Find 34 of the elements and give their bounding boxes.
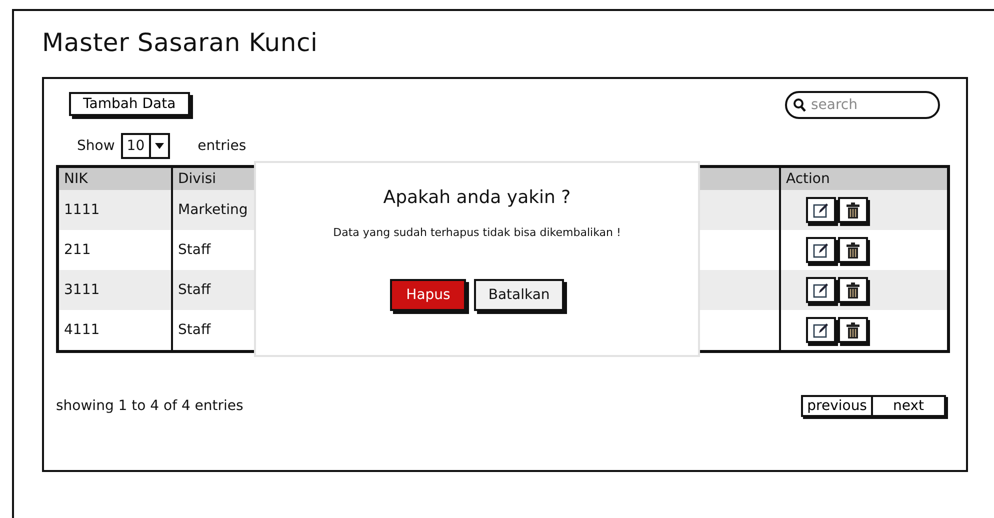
trash-icon — [846, 242, 860, 258]
show-label: Show — [77, 138, 115, 154]
edit-button[interactable] — [806, 197, 836, 223]
entries-info: showing 1 to 4 of 4 entries — [56, 398, 244, 414]
entries-dropdown[interactable]: 10 — [120, 133, 170, 159]
entries-label: entries — [198, 138, 246, 154]
pencil-icon — [813, 322, 829, 338]
edit-button[interactable] — [806, 237, 836, 263]
column-header: Action — [780, 166, 948, 190]
pencil-icon — [813, 282, 829, 298]
pencil-icon — [813, 242, 829, 258]
trash-icon — [846, 282, 860, 298]
cancel-button[interactable]: Batalkan — [474, 279, 564, 311]
delete-button[interactable] — [838, 277, 868, 303]
column-header: NIK — [58, 166, 172, 190]
trash-icon — [846, 322, 860, 338]
search-icon — [793, 98, 806, 112]
page-title: Master Sasaran Kunci — [42, 27, 319, 59]
delete-confirm-button[interactable]: Hapus — [390, 279, 466, 311]
pencil-icon — [813, 202, 829, 218]
delete-button[interactable] — [838, 237, 868, 263]
table-cell: 4111 — [58, 310, 172, 352]
add-data-button[interactable]: Tambah Data — [69, 92, 190, 116]
edit-button[interactable] — [806, 277, 836, 303]
caret-icon — [154, 143, 164, 149]
table-cell: 3111 — [58, 270, 172, 310]
delete-button[interactable] — [838, 197, 868, 223]
table-cell: 211 — [58, 230, 172, 270]
trash-icon — [846, 202, 860, 218]
search-field[interactable]: search — [785, 91, 940, 119]
edit-button[interactable] — [806, 317, 836, 343]
delete-button[interactable] — [838, 317, 868, 343]
dialog-title: Apakah anda yakin ? — [383, 187, 571, 208]
table-cell: 1111 — [58, 190, 172, 230]
